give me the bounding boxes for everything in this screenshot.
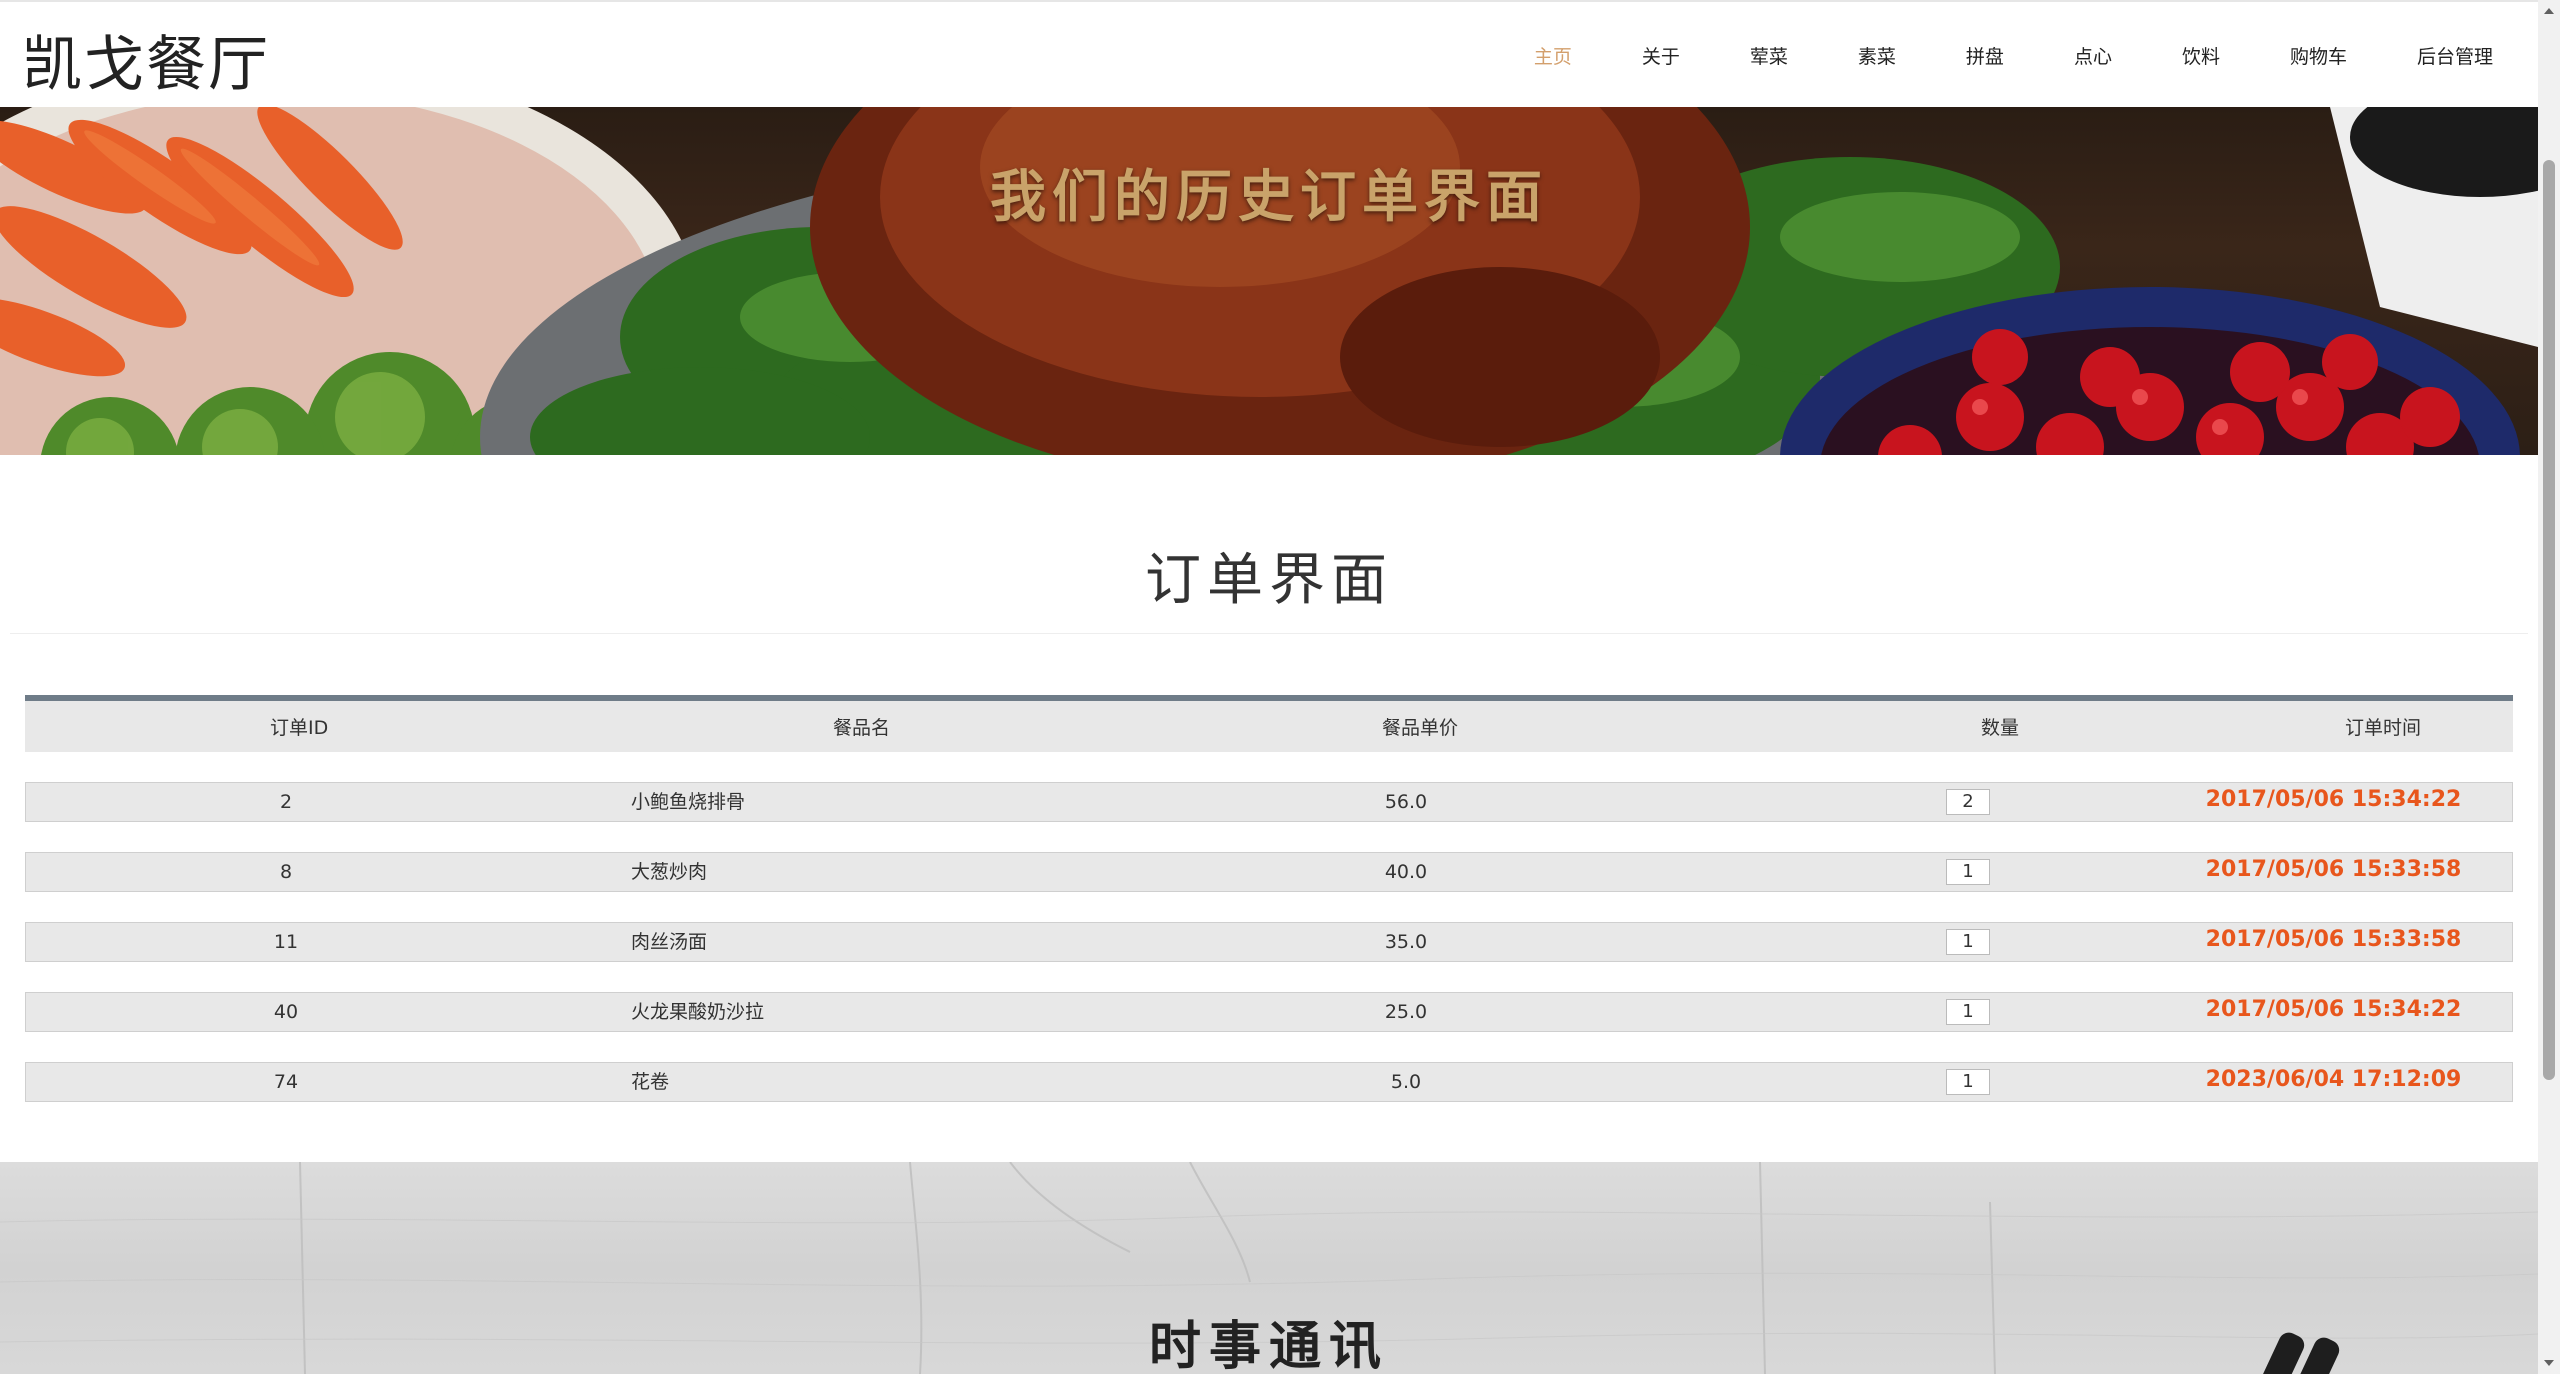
unit-price: 40.0 — [1384, 861, 1428, 883]
order-id: 8 — [279, 861, 293, 883]
unit-price: 5.0 — [1390, 1071, 1422, 1093]
order-time: 2017/05/06 15:33:58 — [2205, 927, 2462, 952]
nav-item-desserts[interactable]: 点心 — [2039, 42, 2147, 69]
main-nav: 主页 关于 荤菜 素菜 拼盘 点心 饮料 购物车 后台管理 — [1499, 2, 2528, 109]
table-row: 8 大葱炒肉 40.0 1 2017/05/06 15:33:58 — [25, 852, 2513, 892]
newsletter-section: 时事通讯 — [0, 1162, 2538, 1374]
nav-item-meat-dishes[interactable]: 荤菜 — [1715, 42, 1823, 69]
table-row: 74 花卷 5.0 1 2023/06/04 17:12:09 — [25, 1062, 2513, 1102]
order-id: 74 — [273, 1071, 299, 1093]
scroll-down-arrow-icon[interactable] — [2538, 1352, 2560, 1374]
dish-name: 花卷 — [631, 1071, 670, 1093]
site-header: 凯戈餐厅 主页 关于 荤菜 素菜 拼盘 点心 饮料 购物车 后台管理 — [0, 0, 2538, 107]
unit-price: 56.0 — [1384, 791, 1428, 813]
order-time: 2017/05/06 15:34:22 — [2205, 787, 2462, 812]
scroll-up-arrow-icon[interactable] — [2538, 0, 2560, 22]
dish-name: 小鲍鱼烧排骨 — [631, 791, 746, 813]
nav-item-cart[interactable]: 购物车 — [2255, 42, 2382, 69]
order-history-table: 订单ID 餐品名 餐品单价 数量 订单时间 2 小鲍鱼烧排骨 56.0 2 20… — [25, 695, 2513, 1102]
banner-title: 我们的历史订单界面 — [990, 164, 1548, 230]
nav-item-home[interactable]: 主页 — [1499, 42, 1607, 69]
quantity-box[interactable]: 1 — [1946, 859, 1990, 885]
scrollbar-thumb[interactable] — [2543, 160, 2555, 1080]
dish-name: 大葱炒肉 — [631, 861, 708, 883]
order-id: 40 — [273, 1001, 299, 1023]
dish-name: 肉丝汤面 — [631, 931, 708, 953]
nav-item-about[interactable]: 关于 — [1607, 42, 1715, 69]
order-time: 2017/05/06 15:34:22 — [2205, 997, 2462, 1022]
column-header-quantity: 数量 — [1981, 717, 2020, 739]
quantity-box[interactable]: 1 — [1946, 929, 1990, 955]
column-header-unit-price: 餐品单价 — [1382, 717, 1459, 739]
unit-price: 35.0 — [1384, 931, 1428, 953]
column-header-dish-name: 餐品名 — [833, 717, 891, 739]
dish-name: 火龙果酸奶沙拉 — [631, 1001, 765, 1023]
quantity-box[interactable]: 2 — [1946, 789, 1990, 815]
hero-banner: 我们的历史订单界面 — [0, 107, 2538, 455]
order-id: 11 — [273, 931, 299, 953]
table-row: 2 小鲍鱼烧排骨 56.0 2 2017/05/06 15:34:22 — [25, 782, 2513, 822]
vertical-scrollbar[interactable] — [2538, 0, 2560, 1374]
unit-price: 25.0 — [1384, 1001, 1428, 1023]
column-header-order-time: 订单时间 — [2345, 717, 2422, 739]
column-header-order-id: 订单ID — [270, 717, 329, 739]
quantity-box[interactable]: 1 — [1946, 999, 1990, 1025]
nav-item-vegetable-dishes[interactable]: 素菜 — [1823, 42, 1931, 69]
nav-item-admin[interactable]: 后台管理 — [2382, 42, 2528, 69]
nav-item-platters[interactable]: 拼盘 — [1931, 42, 2039, 69]
order-time: 2017/05/06 15:33:58 — [2205, 857, 2462, 882]
section-divider — [10, 633, 2528, 634]
quantity-box[interactable]: 1 — [1946, 1069, 1990, 1095]
order-id: 2 — [279, 791, 293, 813]
table-header: 订单ID 餐品名 餐品单价 数量 订单时间 — [25, 695, 2513, 752]
nav-item-drinks[interactable]: 饮料 — [2147, 42, 2255, 69]
table-row: 11 肉丝汤面 35.0 1 2017/05/06 15:33:58 — [25, 922, 2513, 962]
table-row: 40 火龙果酸奶沙拉 25.0 1 2017/05/06 15:34:22 — [25, 992, 2513, 1032]
page-viewport: 凯戈餐厅 主页 关于 荤菜 素菜 拼盘 点心 饮料 购物车 后台管理 我们的历史… — [0, 0, 2538, 1374]
newsletter-title: 时事通讯 — [1148, 1316, 1389, 1374]
site-logo[interactable]: 凯戈餐厅 — [22, 16, 270, 103]
order-time: 2023/06/04 17:12:09 — [2205, 1067, 2462, 1092]
orders-section-title: 订单界面 — [1145, 548, 1393, 613]
